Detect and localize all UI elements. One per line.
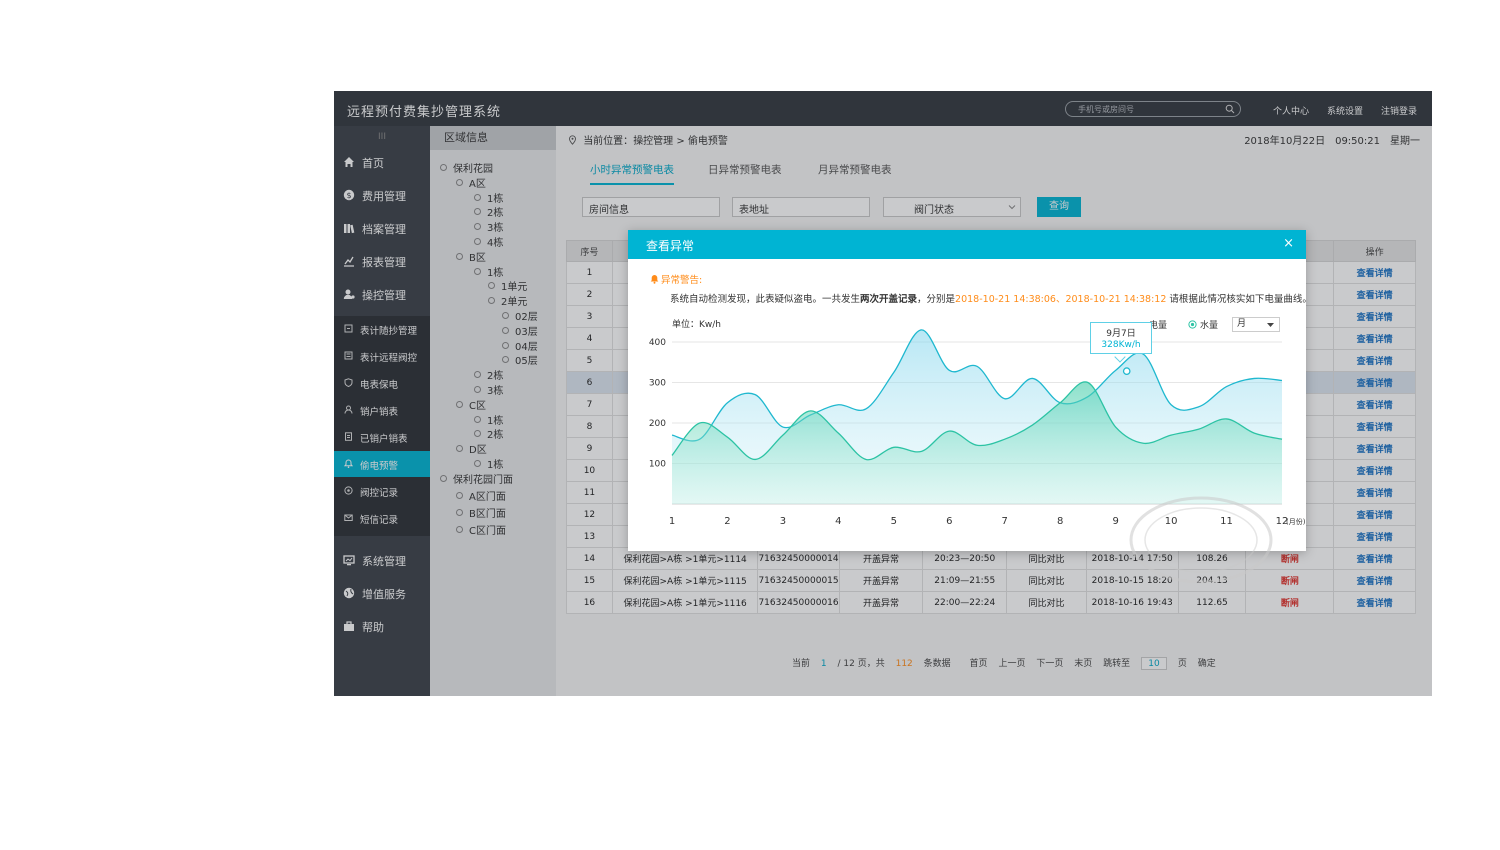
x-tick-label: 3 [780,516,786,527]
radio-icon [1188,320,1197,329]
bell-icon [650,275,659,284]
close-icon[interactable]: × [1283,236,1294,251]
warning-title: 异常警告: [650,272,702,286]
x-tick-label: 6 [946,516,952,527]
caret-down-icon [1267,323,1274,327]
y-tick-label: 100 [649,460,666,470]
period-select[interactable]: 月 [1232,317,1280,332]
x-tick-label: 8 [1057,516,1063,527]
y-tick-label: 200 [649,419,666,429]
x-tick-label: 7 [1002,516,1008,527]
x-unit-label: (月份) [1286,517,1306,526]
chart-tooltip: 9月7日 328Kw/h [1090,322,1152,354]
modal-title: 查看异常 [646,239,695,253]
app-window: 远程预付费集抄管理系统 个人中心 系统设置 注销登录 III 表计随抄管理表计远… [334,91,1432,696]
x-tick-label: 4 [835,516,841,527]
legend-water[interactable]: 水量 [1188,318,1218,331]
x-tick-label: 1 [669,516,675,527]
y-axis-label: 单位：Kw/h [672,318,721,330]
x-tick-label: 5 [891,516,897,527]
tooltip-date: 9月7日 [1106,329,1136,339]
y-tick-label: 300 [649,379,666,389]
x-tick-label: 9 [1112,516,1118,527]
y-tick-label: 400 [649,338,666,348]
tooltip-value: 328Kw/h [1101,340,1141,350]
modal-header: 查看异常 × [628,230,1306,259]
highlight-point [1122,367,1131,376]
watermark-seal [1129,496,1273,584]
x-tick-label: 2 [724,516,730,527]
